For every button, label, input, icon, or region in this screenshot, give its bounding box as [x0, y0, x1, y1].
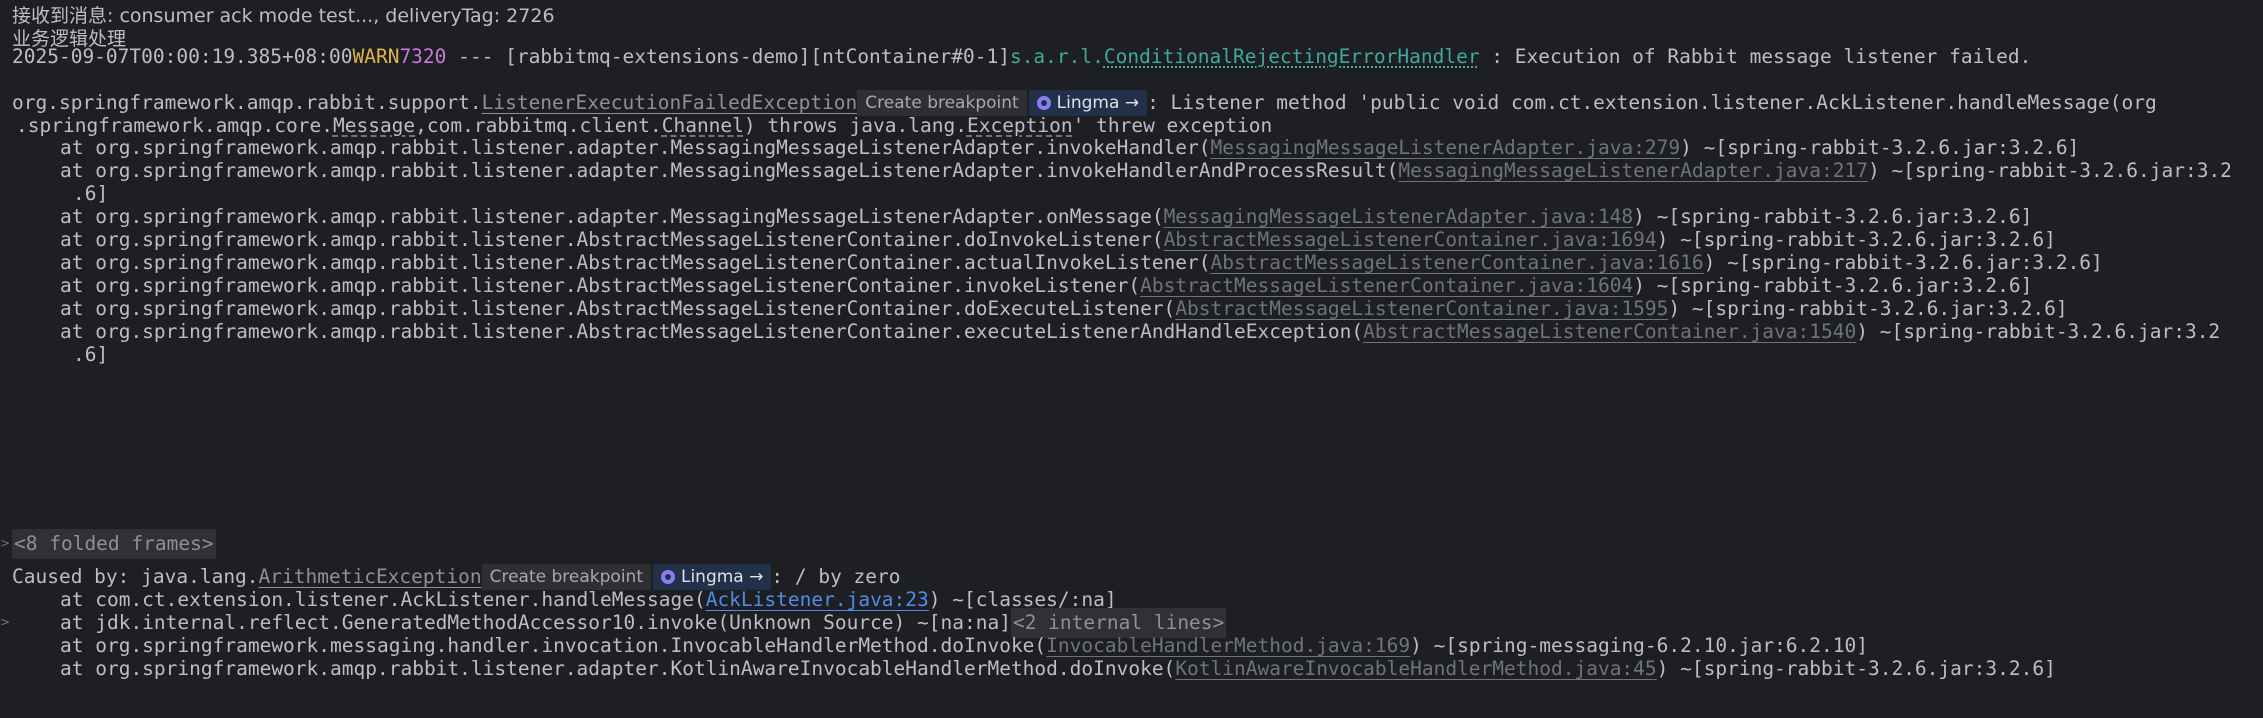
logger-prefix: s.a.r.l. [1009, 45, 1104, 68]
folded-frames-button[interactable]: <8 folded frames> [12, 529, 216, 559]
log-separator: --- [446, 45, 506, 68]
frame-artifact: ) ~[spring-rabbit-3.2.6.jar:3.2 [1867, 159, 2232, 182]
stack-frame: at org.springframework.amqp.rabbit.liste… [12, 652, 2056, 685]
frame-artifact: ) ~[spring-rabbit-3.2.6.jar:3.2 [1856, 320, 2221, 343]
log-message: : Execution of Rabbit message listener f… [1479, 45, 2032, 68]
log-thread: [ntContainer#0-1] [810, 45, 1010, 68]
logger-class-link[interactable]: ConditionalRejectingErrorHandler [1104, 40, 1480, 73]
console-output: 接收到消息: consumer ack mode test..., delive… [0, 0, 2263, 718]
frame-wrap-text: .6] [73, 343, 109, 366]
stack-frame-wrap: .6] [12, 338, 108, 371]
log-level: WARN [352, 45, 400, 68]
log-app: [rabbitmq-extensions-demo] [505, 45, 811, 68]
log-line: 2025-09-07T00:00:19.385+08:00 WARN 7320 … [12, 40, 2031, 73]
chevron-right-icon[interactable]: > [0, 606, 10, 639]
stack-frame: at org.springframework.amqp.rabbit.liste… [12, 154, 2232, 187]
chevron-right-icon[interactable]: > [0, 527, 10, 560]
frame-file-link[interactable]: AbstractMessageListenerContainer.java:15… [1363, 315, 1856, 348]
log-timestamp: 2025-09-07T00:00:19.385+08:00 [12, 45, 353, 68]
frame-file-link[interactable]: MessagingMessageListenerAdapter.java:217 [1398, 154, 1868, 187]
exception-message: : Listener method 'public void com.ct.ex… [1147, 91, 2157, 114]
frame-artifact: ) ~[spring-rabbit-3.2.6.jar:3.2.6] [1656, 657, 2056, 680]
frame-method: at org.springframework.amqp.rabbit.liste… [60, 657, 1176, 680]
frame-file-link[interactable]: KotlinAwareInvocableHandlerMethod.java:4… [1175, 652, 1656, 685]
folded-frames-row[interactable]: > <8 folded frames> [0, 527, 216, 560]
log-pid: 7320 [399, 45, 447, 68]
lingma-ai-icon [660, 569, 675, 584]
stack-frame: at org.springframework.amqp.rabbit.liste… [12, 315, 2220, 348]
frame-method: at org.springframework.amqp.rabbit.liste… [60, 320, 1364, 343]
frame-method: at org.springframework.amqp.rabbit.liste… [60, 159, 1399, 182]
lingma-ai-icon [1036, 95, 1051, 110]
